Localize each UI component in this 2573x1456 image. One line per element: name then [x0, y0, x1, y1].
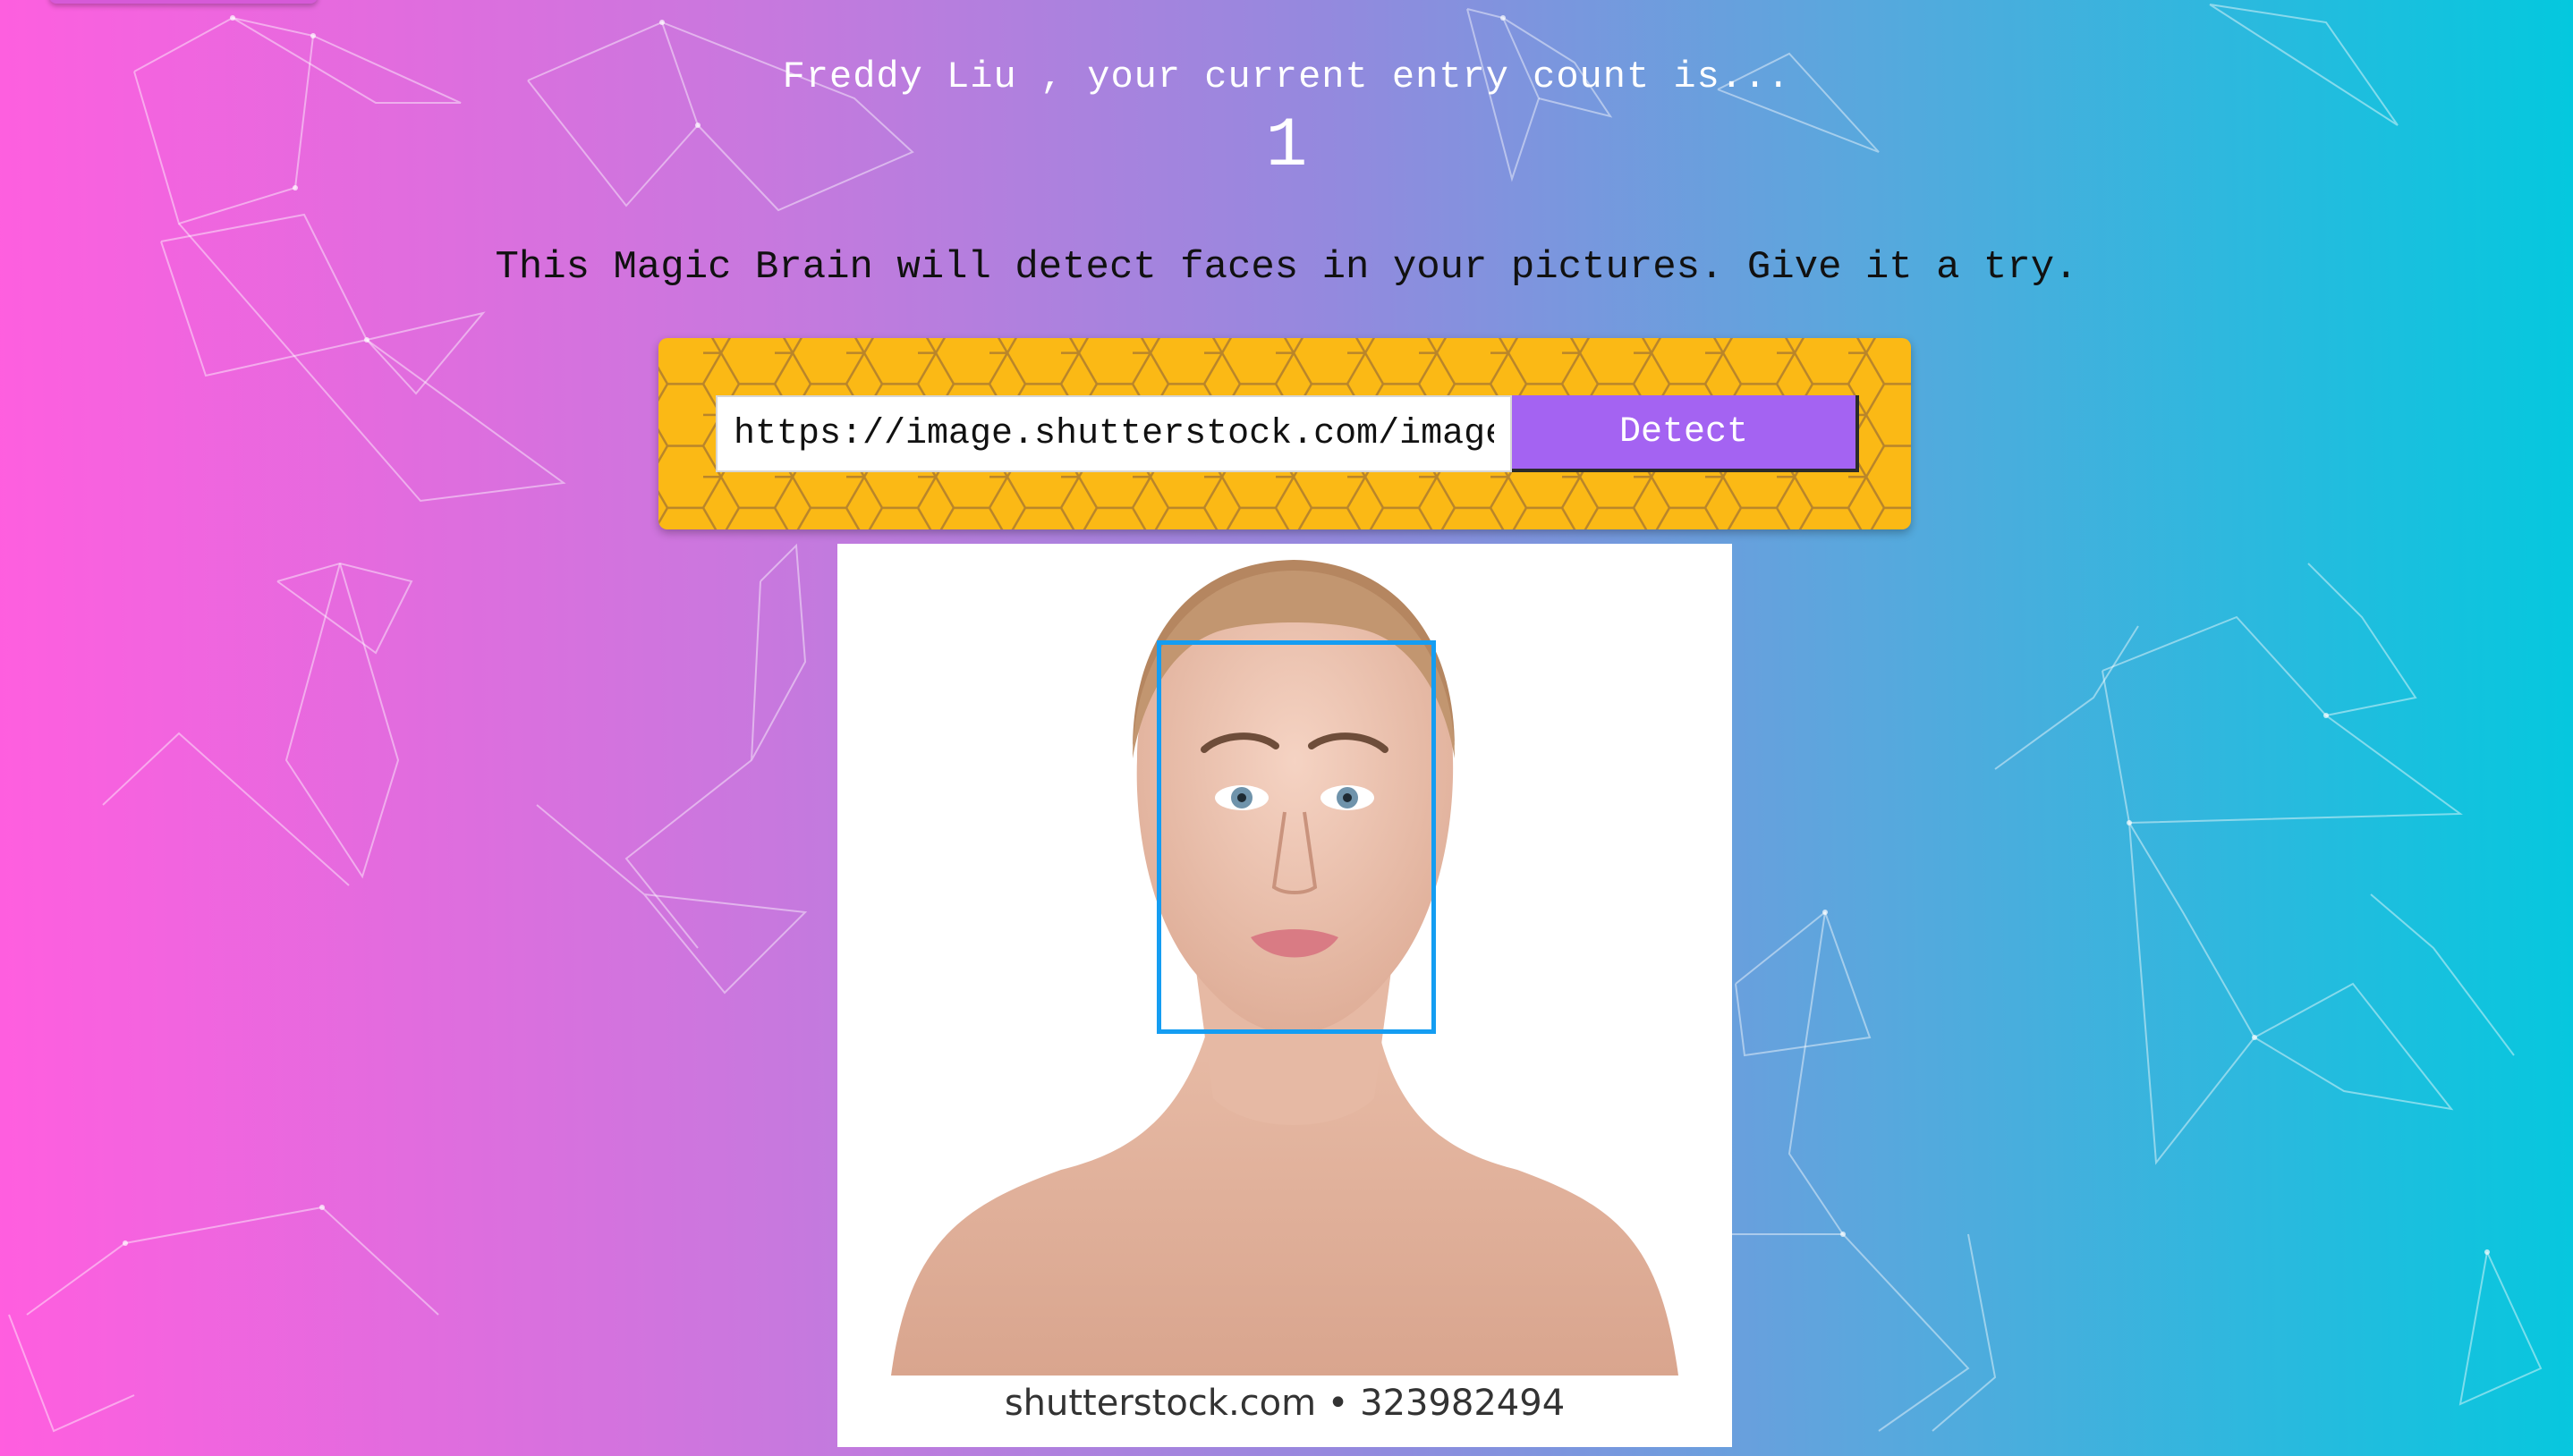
tagline-text: This Magic Brain will detect faces in yo… [495, 245, 2078, 290]
entry-count-value: 1 [1265, 107, 1308, 186]
image-watermark-caption: shutterstock.com • 323982494 [1004, 1383, 1566, 1424]
detect-button[interactable]: Detect [1512, 395, 1859, 472]
image-url-input[interactable] [716, 395, 1512, 472]
image-link-form: Detect [658, 338, 1911, 529]
entry-count-greeting: Freddy Liu , your current entry count is… [782, 55, 1791, 98]
face-detection-image: shutterstock.com • 323982494 [837, 544, 1732, 1447]
top-tab[interactable] [49, 0, 318, 4]
face-bounding-box [1157, 640, 1436, 1034]
